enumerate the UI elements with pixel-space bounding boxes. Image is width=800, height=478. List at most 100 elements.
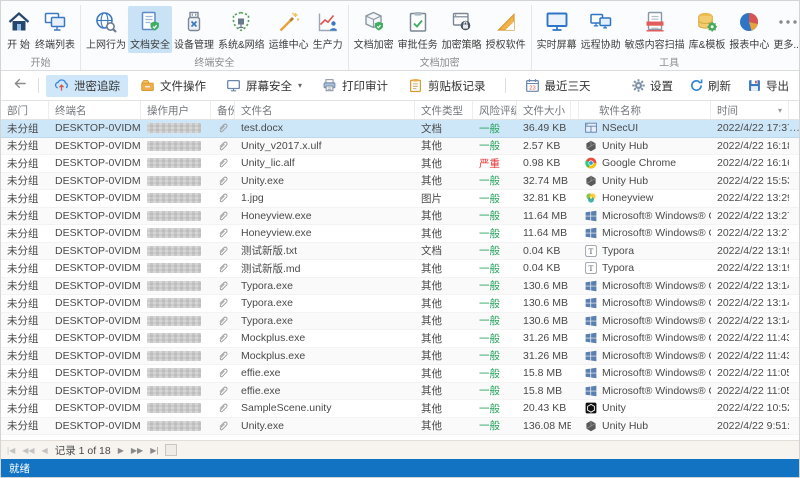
column-header-spacer (789, 101, 799, 119)
table-row[interactable]: 未分组 DESKTOP-0VIDMDJ Honeyview.exe 其他 一般 11.64… (1, 207, 799, 225)
next-page-button[interactable]: ▶ (118, 446, 124, 455)
ribbon-item-encrypt-policy[interactable]: 加密策略 (440, 6, 484, 53)
ribbon-item-remote-assist[interactable]: 远程协助 (579, 6, 623, 53)
column-header-3[interactable]: 备份 (211, 101, 235, 119)
backup-cell[interactable] (211, 173, 235, 190)
ribbon-item-approval-task[interactable]: 审批任务 (396, 6, 440, 53)
column-header-1[interactable]: 终端名 (49, 101, 141, 119)
backup-cell[interactable] (211, 208, 235, 225)
backup-cell[interactable] (211, 138, 235, 155)
backup-cell[interactable] (211, 190, 235, 207)
backup-cell[interactable] (211, 278, 235, 295)
ribbon-item-device-manage[interactable]: 设备管理 (172, 6, 216, 53)
software-name: Microsoft® Windows® Oper... (602, 209, 711, 222)
table-row[interactable]: 未分组 DESKTOP-0VIDMDJ Unity.exe 其他 一般 32.74 MB U… (1, 172, 799, 190)
backup-cell[interactable] (211, 348, 235, 365)
spacer-cell (571, 295, 579, 312)
back-arrow-icon (13, 76, 28, 96)
table-row[interactable]: 未分组 DESKTOP-0VIDMDJ Honeyview.exe 其他 一般 11.64… (1, 225, 799, 243)
toolbar-button-print-audit[interactable]: 打印审计 (314, 75, 396, 97)
table-row[interactable]: 未分组 DESKTOP-0VIDMDJ 测试新版.md 其他 一般 0.04 KB T Typ… (1, 260, 799, 278)
redacted-username (147, 193, 201, 204)
time-cell: 2022/4/22 11:43:37 (717, 349, 789, 362)
column-header-4[interactable]: 文件名 (235, 101, 415, 119)
dept-cell: 未分组 (7, 280, 39, 293)
terminal-list-icon (43, 9, 68, 34)
table-row[interactable]: 未分组 DESKTOP-0VIDMDJ Unity_lic.alf 其他 严重 0.98 … (1, 155, 799, 173)
backup-cell[interactable] (211, 313, 235, 330)
column-header-5[interactable]: 文件类型 (415, 101, 473, 119)
backup-cell[interactable] (211, 400, 235, 417)
spacer-cell (571, 138, 579, 155)
column-header-7[interactable]: 文件大小 (517, 101, 571, 119)
time-cell: 2022/4/22 11:43:38 (717, 332, 789, 345)
column-header-0[interactable]: 部门 (1, 101, 49, 119)
table-row[interactable]: 未分组 DESKTOP-0VIDMDJ 测试新版.txt 文档 一般 0.04 KB T Ty… (1, 242, 799, 260)
prev-page-button[interactable]: ◀ (42, 446, 48, 455)
fast-prev-button[interactable]: ◀◀ (22, 446, 34, 455)
backup-cell[interactable] (211, 225, 235, 242)
filesize-cell: 15.8 MB (523, 384, 563, 397)
toolbar-button-refresh[interactable]: 刷新 (687, 76, 733, 96)
ribbon-item-sensitive-scan[interactable]: 敏感内容扫描 (623, 6, 687, 53)
last-page-button[interactable]: ▶| (150, 446, 158, 455)
ribbon-item-label: 实时屏幕 (536, 40, 577, 51)
table-row[interactable]: 未分组 DESKTOP-0VIDMDJ effie.exe 其他 一般 15.8 MB Mi… (1, 382, 799, 400)
ribbon-item-library-template[interactable]: 库&模板 (687, 6, 728, 53)
backup-cell[interactable] (211, 418, 235, 435)
table-row[interactable]: 未分组 DESKTOP-0VIDMDJ Typora.exe 其他 一般 130.6 MB… (1, 312, 799, 330)
table-row[interactable]: 未分组 DESKTOP-0VIDMDJ 1.jpg 图片 一般 32.81 KB Honey… (1, 190, 799, 208)
table-row[interactable]: 未分组 DESKTOP-0VIDMDJ Mockplus.exe 其他 一般 31.26 … (1, 347, 799, 365)
column-header-6[interactable]: 风险评级 (473, 101, 517, 119)
column-header-9[interactable]: 时间 ▾ (711, 101, 789, 119)
toolbar-button-export[interactable]: 导出 (745, 76, 791, 96)
toolbar-button-clipboard-record[interactable]: 剪贴板记录 (400, 75, 494, 97)
ribbon-item-web-behavior[interactable]: 上网行为 (84, 6, 128, 53)
ribbon-item-more[interactable]: 更多... (771, 6, 799, 53)
table-row[interactable]: 未分组 DESKTOP-0VIDMDJ Mockplus.exe 其他 一般 31.26 … (1, 330, 799, 348)
pager-extra-button[interactable] (165, 444, 178, 456)
toolbar-button-settings[interactable]: 设置 (629, 76, 675, 96)
backup-cell[interactable] (211, 383, 235, 400)
backup-cell[interactable] (211, 155, 235, 172)
fast-next-button[interactable]: ▶▶ (131, 446, 143, 455)
first-page-button[interactable]: |◀ (7, 446, 15, 455)
backup-cell[interactable] (211, 260, 235, 277)
toolbar-button-screen-security[interactable]: 屏幕安全 ▾ (218, 75, 310, 97)
row-actions-cell[interactable]: … (789, 120, 799, 137)
backup-cell[interactable] (211, 330, 235, 347)
ribbon-item-authorized-software[interactable]: 授权软件 (484, 6, 528, 53)
backup-cell[interactable] (211, 243, 235, 260)
ribbon-item-system-network[interactable]: 系统&网络 (216, 6, 267, 53)
table-row[interactable]: 未分组 DESKTOP-0VIDMDJ Typora.exe 其他 一般 130.6 MB… (1, 295, 799, 313)
column-header-2[interactable]: 操作用户 (141, 101, 211, 119)
table-row[interactable]: 未分组 DESKTOP-0VIDMDJ Typora.exe 其他 一般 130.6 MB… (1, 277, 799, 295)
filesize-cell: 130.6 MB (523, 297, 568, 310)
backup-cell[interactable] (211, 365, 235, 382)
backup-cell[interactable] (211, 120, 235, 137)
backup-cell[interactable] (211, 295, 235, 312)
ribbon-item-home[interactable]: 开 始 (4, 6, 33, 53)
dept-cell: 未分组 (7, 122, 39, 135)
ribbon-item-doc-encrypt[interactable]: 文档加密 (352, 6, 396, 53)
table-row[interactable]: 未分组 DESKTOP-0VIDMDJ test.docx 文档 一般 36.49 KB N… (1, 120, 799, 138)
back-button[interactable] (9, 76, 31, 96)
ribbon-item-realtime-screen[interactable]: 实时屏幕 (535, 6, 579, 53)
toolbar-button-leak-trace[interactable]: 泄密追踪 (46, 74, 128, 97)
ribbon-item-terminal-list[interactable]: 终端列表 (33, 6, 77, 53)
row-more-icon[interactable]: … (789, 122, 799, 134)
filename-cell: effie.exe (241, 367, 281, 380)
row-actions-cell (789, 330, 799, 347)
toolbar-button-file-ops[interactable]: 文件操作 (132, 75, 214, 97)
table-row[interactable]: 未分组 DESKTOP-0VIDMDJ SampleScene.unity 其他 一般 2… (1, 400, 799, 418)
ribbon-item-productivity[interactable]: 生产力 (311, 6, 345, 53)
table-row[interactable]: 未分组 DESKTOP-0VIDMDJ Unity.exe 其他 一般 136.08 MB… (1, 417, 799, 435)
table-row[interactable]: 未分组 DESKTOP-0VIDMDJ effie.exe 其他 一般 15.8 MB Mi… (1, 365, 799, 383)
toolbar-button-calendar[interactable]: 23 最近三天 (517, 75, 599, 97)
table-row[interactable]: 未分组 DESKTOP-0VIDMDJ Unity_v2017.x.ulf 其他 一般 2… (1, 137, 799, 155)
ribbon-item-report-center[interactable]: 报表中心 (727, 6, 771, 53)
ribbon-item-ops-center[interactable]: 运维中心 (267, 6, 311, 53)
ribbon-item-doc-security[interactable]: 文档安全 (128, 6, 172, 53)
operator-user-cell (141, 243, 211, 260)
column-header-8[interactable]: 软件名称 (579, 101, 711, 119)
